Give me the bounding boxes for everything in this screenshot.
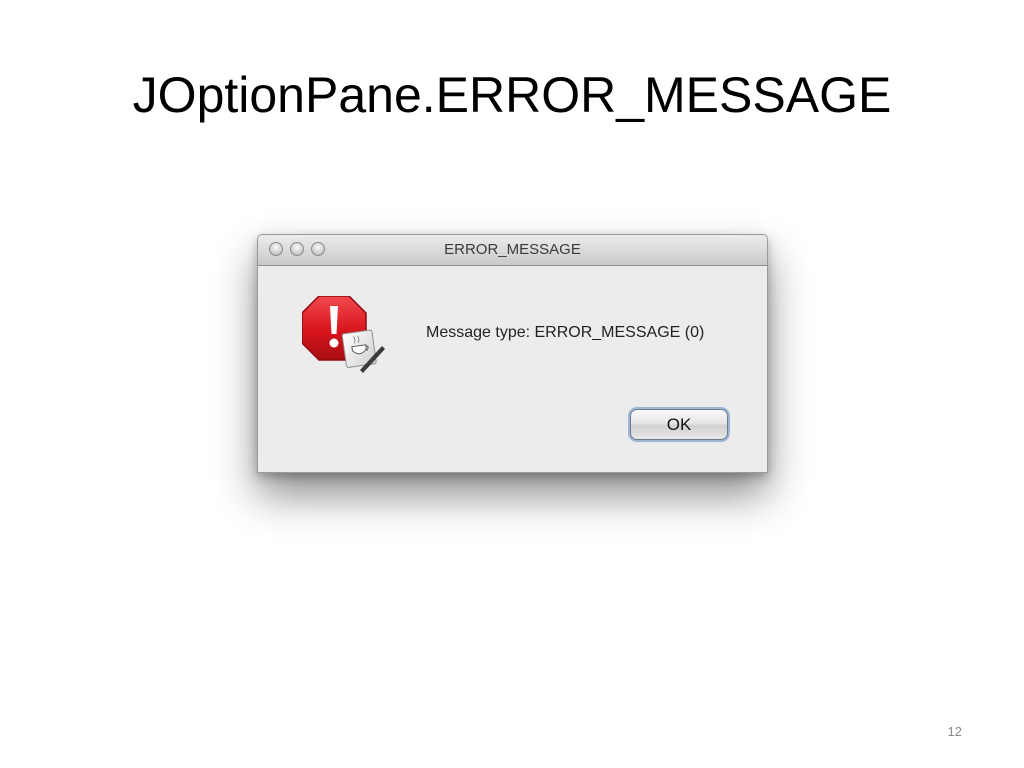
- slide-title: JOptionPane.ERROR_MESSAGE: [132, 67, 892, 123]
- window-title: ERROR_MESSAGE: [444, 241, 581, 258]
- dialog-message: Message type: ERROR_MESSAGE (0): [426, 324, 705, 341]
- error-dialog: ERROR_MESSAGE Message type: ERROR_MESSAG…: [257, 234, 768, 473]
- dialog-titlebar[interactable]: ERROR_MESSAGE: [258, 235, 767, 266]
- ok-button[interactable]: OK: [630, 409, 728, 440]
- error-stop-sign-icon: [302, 296, 385, 373]
- page-number: 12: [947, 724, 962, 739]
- slide: JOptionPane.ERROR_MESSAGE ERROR_MESSAGE: [0, 0, 1024, 768]
- dialog-body: Message type: ERROR_MESSAGE (0) OK: [258, 266, 767, 472]
